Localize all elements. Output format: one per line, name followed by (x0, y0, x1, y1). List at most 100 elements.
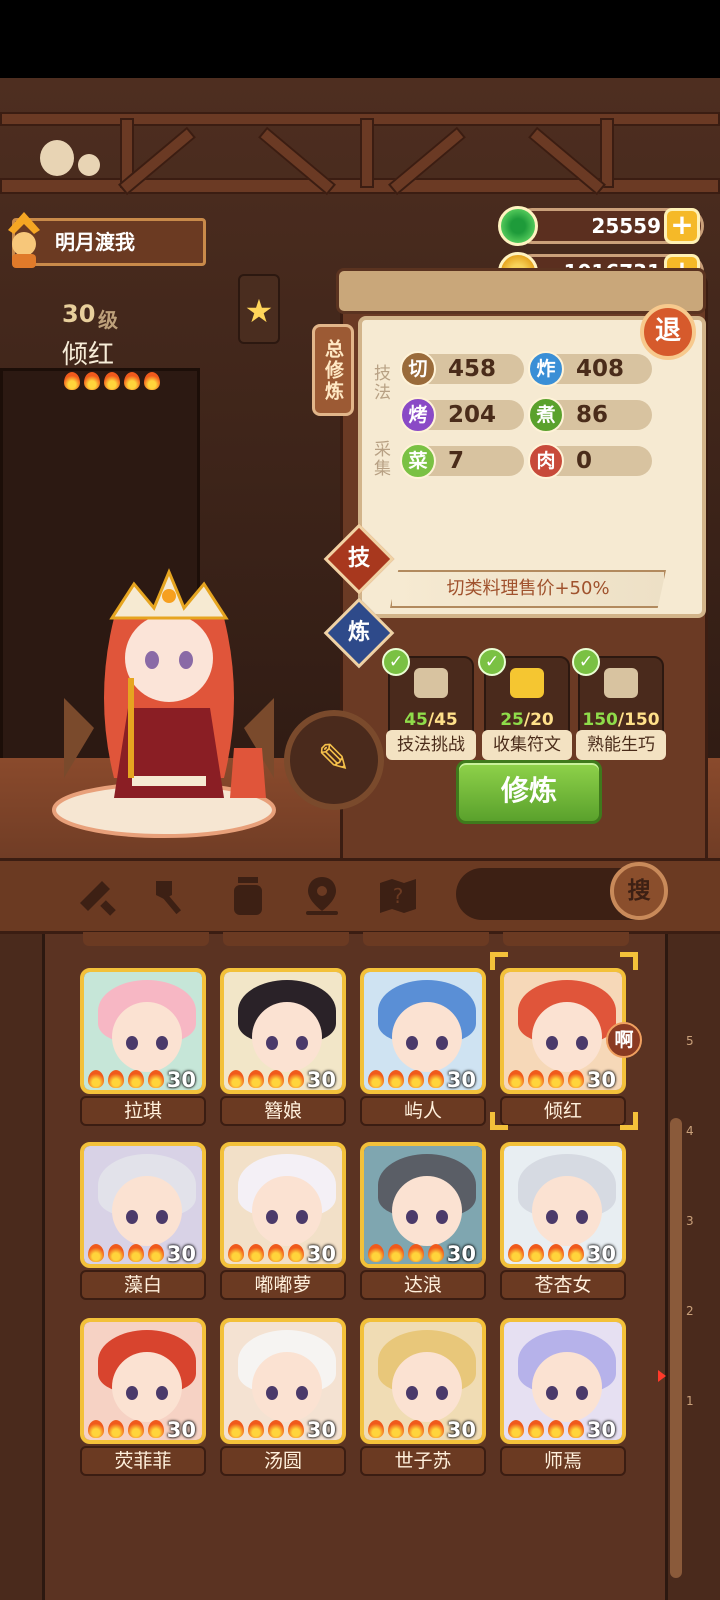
face-shape (392, 1352, 462, 1422)
new-badge: 啊 (606, 1022, 642, 1058)
location-filter-icon[interactable] (300, 873, 344, 917)
check-icon: ✓ (382, 648, 410, 676)
flame-icon (88, 1244, 104, 1262)
card-level: 30 (306, 1418, 336, 1442)
face-shape (532, 1002, 602, 1072)
previous-row-label (223, 932, 349, 946)
flame-icon (124, 372, 140, 390)
section-skill-label: 技法 (370, 364, 390, 402)
card-flames (368, 1244, 458, 1264)
character-card[interactable]: 30 世子苏 (360, 1318, 486, 1478)
character-card-portrait: 30 (360, 1318, 486, 1444)
eye-shape (296, 1386, 308, 1400)
flame-icon (528, 1420, 544, 1438)
character-card[interactable]: 30 屿人 (360, 968, 486, 1128)
character-portrait (44, 548, 304, 848)
flame-icon (428, 1244, 444, 1262)
face-shape (392, 1176, 462, 1246)
card-flames (368, 1420, 458, 1440)
flame-icon (368, 1092, 384, 1094)
eye-shape (436, 1210, 448, 1224)
character-card[interactable]: 30 达浪 (360, 1142, 486, 1302)
total-training-tab[interactable]: 总修炼 (312, 324, 354, 416)
card-level: 30 (166, 1242, 196, 1266)
card-flames (88, 1420, 178, 1440)
character-card-portrait: 30 (220, 1318, 346, 1444)
stat-type-icon: 切 (400, 351, 436, 387)
task-label[interactable]: 熟能生巧 (576, 730, 666, 760)
flame-icon (508, 1420, 524, 1438)
flame-icon (248, 1420, 264, 1438)
eye-shape (296, 1036, 308, 1050)
flame-icon (228, 1442, 244, 1444)
character-card[interactable]: 30 师焉 (500, 1318, 626, 1478)
flame-icon (508, 1266, 524, 1268)
search-button[interactable]: 搜 (610, 862, 668, 920)
character-card[interactable]: 30 藻白 (80, 1142, 206, 1302)
player-name: 明月渡我 (55, 230, 135, 254)
previous-row-label (83, 932, 209, 946)
eye-shape (266, 1036, 278, 1050)
character-card[interactable]: 30 嘟嘟萝 (220, 1142, 346, 1302)
flame-icon (568, 1420, 584, 1438)
flame-icon (228, 1070, 244, 1088)
character-card[interactable]: 30 苍杏女 (500, 1142, 626, 1302)
back-button[interactable]: 退 (640, 304, 696, 360)
flame-icon (548, 1420, 564, 1438)
section-gather-label: 采集 (370, 440, 390, 478)
flame-icon (548, 1070, 564, 1088)
favorite-star-icon[interactable]: ★ (238, 274, 280, 344)
card-name: 嘟嘟萝 (220, 1270, 346, 1300)
jar-filter-icon[interactable] (226, 873, 270, 917)
eye-shape (156, 1036, 168, 1050)
character-card[interactable]: 30 荧菲菲 (80, 1318, 206, 1478)
face-shape (392, 1002, 462, 1072)
task-progress-total: /45 (427, 710, 458, 730)
flame-icon (508, 1442, 524, 1444)
card-flames (368, 1070, 458, 1090)
flame-icon (88, 1070, 104, 1088)
shovel-filter-icon[interactable] (150, 873, 194, 917)
selection-corner (490, 1112, 508, 1130)
flame-icon (128, 1420, 144, 1438)
flame-icon (388, 1070, 404, 1088)
check-icon: ✓ (572, 648, 600, 676)
add-jade-button[interactable]: + (664, 208, 700, 244)
flame-icon (528, 1244, 544, 1262)
eye-shape (546, 1386, 558, 1400)
stat-type-icon: 肉 (528, 443, 564, 479)
flame-icon (268, 1070, 284, 1088)
previous-row-label (503, 932, 629, 946)
character-card[interactable]: 30 簪娘 (220, 968, 346, 1128)
eye-shape (156, 1210, 168, 1224)
eye-shape (296, 1210, 308, 1224)
task-progress-done: 45 (404, 710, 428, 730)
flame-icon (144, 372, 160, 390)
character-card[interactable]: 30 汤圆 (220, 1318, 346, 1478)
flame-icon (508, 1070, 524, 1088)
card-level: 30 (586, 1242, 616, 1266)
train-button[interactable]: 修炼 (456, 760, 602, 824)
player-avatar-icon[interactable] (4, 210, 44, 270)
eye-shape (406, 1386, 418, 1400)
task-label[interactable]: 技法挑战 (386, 730, 476, 760)
character-card[interactable]: 30 拉琪 (80, 968, 206, 1128)
chopsticks-icon[interactable]: ✎ (284, 710, 384, 810)
map-help-filter-icon[interactable]: ? (376, 873, 420, 917)
character-card-portrait: 30 (80, 968, 206, 1094)
knife-filter-icon[interactable] (74, 873, 118, 917)
character-level: 30 (62, 300, 96, 328)
roster-scrollbar[interactable] (670, 1118, 682, 1578)
eye-shape (266, 1386, 278, 1400)
flame-icon (248, 1070, 264, 1088)
card-level: 30 (166, 1068, 196, 1092)
task-progress: 150/150 (578, 710, 664, 730)
card-flames (508, 1420, 598, 1440)
card-level: 30 (446, 1418, 476, 1442)
task-progress-done: 25 (500, 710, 524, 730)
flame-icon (268, 1244, 284, 1262)
card-name: 倾红 (500, 1096, 626, 1126)
task-label[interactable]: 收集符文 (482, 730, 572, 760)
flame-icon (148, 1420, 164, 1438)
card-name: 屿人 (360, 1096, 486, 1126)
